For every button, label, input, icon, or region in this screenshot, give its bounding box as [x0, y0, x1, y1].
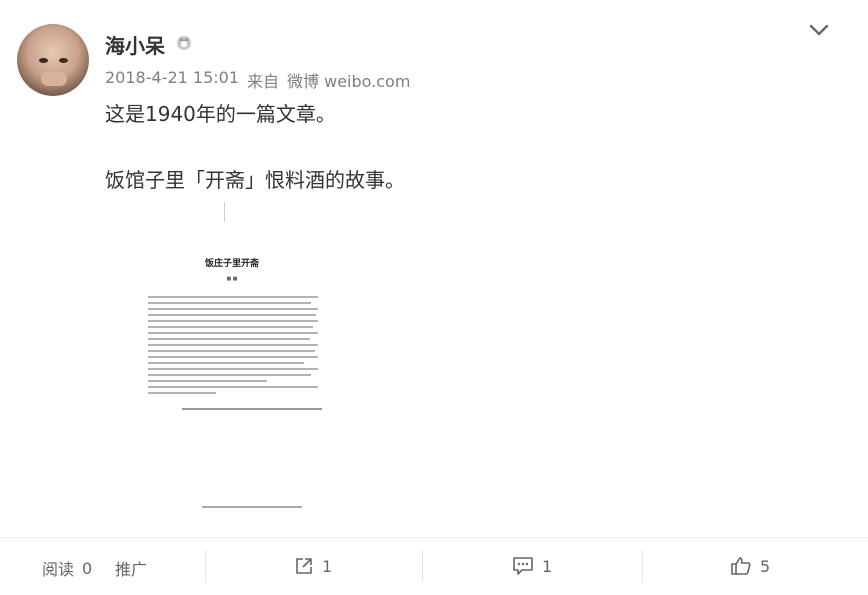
- like-count: 5: [760, 556, 771, 576]
- comment-button[interactable]: 1: [512, 556, 552, 576]
- comment-icon: [512, 556, 534, 576]
- post-text-line-1: 这是1940年的一篇文章。: [105, 102, 336, 126]
- action-divider: [642, 550, 643, 582]
- chevron-down-icon[interactable]: [807, 20, 831, 40]
- read-count-value: 0: [82, 558, 93, 578]
- post-text-line-2: 饭馆子里「开斋」恨料酒的故事。: [105, 168, 405, 192]
- avatar-eye: [39, 58, 48, 63]
- post-timestamp[interactable]: 2018-4-21 15:01: [105, 68, 239, 92]
- share-button[interactable]: 1: [294, 556, 332, 576]
- doc-title: 饭庄子里开斋: [204, 259, 259, 269]
- attachment-image[interactable]: 饭庄子里开斋 ■ ■: [112, 198, 352, 524]
- vip-badge-icon[interactable]: [175, 33, 193, 51]
- action-divider: [205, 550, 206, 582]
- post-source-prefix: 来自: [247, 72, 280, 91]
- doc-divider: [224, 202, 225, 222]
- like-button[interactable]: 5: [730, 556, 770, 576]
- comment-count: 1: [542, 556, 553, 576]
- promote-label: 推广: [115, 560, 148, 579]
- avatar-hand: [41, 72, 67, 86]
- action-divider: [422, 550, 423, 582]
- promote-button[interactable]: 推广: [115, 556, 147, 580]
- username[interactable]: 海小呆: [105, 30, 165, 59]
- doc-page-footer: [202, 506, 302, 508]
- post-source[interactable]: 微博 weibo.com: [287, 68, 410, 92]
- read-count: 阅读 0: [42, 556, 92, 580]
- doc-footnote: [182, 408, 322, 410]
- share-icon: [294, 556, 314, 576]
- share-count: 1: [322, 556, 333, 576]
- doc-author: ■ ■: [226, 276, 238, 282]
- avatar[interactable]: [17, 24, 89, 96]
- action-bar: 阅读 0 推广 1 1 5: [0, 537, 868, 595]
- doc-body-lines: [148, 296, 318, 398]
- read-label: 阅读: [42, 560, 75, 579]
- avatar-eye: [59, 58, 68, 63]
- like-icon: [730, 556, 752, 576]
- post-meta: 2018-4-21 15:01 来自 微博 weibo.com: [105, 68, 410, 92]
